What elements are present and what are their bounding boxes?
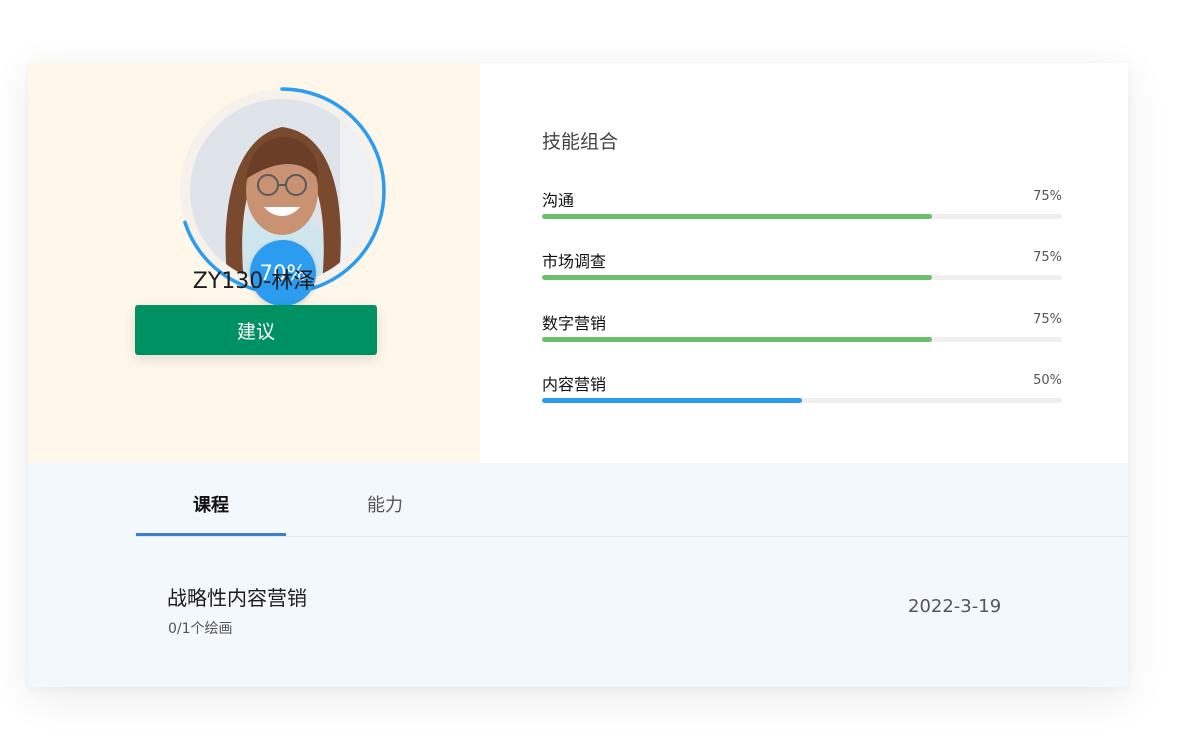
courses-panel: 课程 能力 战略性内容营销 0/1个绘画 2022-3-19 (28, 463, 1128, 687)
user-name: ZY130-林泽 (192, 269, 316, 294)
profile-card: 70% ZY130-林泽 建议 技能组合 沟通 75% 市场调查 75% 数字营… (28, 63, 1128, 687)
skill-progress-track (542, 275, 1062, 280)
skill-market-research: 市场调查 75% (542, 248, 1062, 288)
skill-label: 数字营销 (542, 314, 607, 333)
tab-ability[interactable]: 能力 (310, 491, 460, 541)
skill-digital-marketing: 数字营销 75% (542, 310, 1062, 350)
suggest-button[interactable]: 建议 (135, 305, 377, 355)
skills-title: 技能组合 (542, 131, 619, 153)
skill-label: 沟通 (542, 191, 575, 210)
skill-content-marketing: 内容营销 50% (542, 371, 1062, 411)
skill-label: 市场调查 (542, 252, 607, 271)
skill-progress-track (542, 398, 1062, 403)
course-date: 2022-3-19 (908, 596, 1002, 617)
skills-panel: 技能组合 沟通 75% 市场调查 75% 数字营销 75% 内容营销 50% (480, 63, 1128, 463)
skill-communication: 沟通 75% (542, 187, 1062, 227)
skill-progress-fill (542, 214, 932, 219)
course-progress: 0/1个绘画 (168, 621, 233, 637)
skill-progress-track (542, 214, 1062, 219)
skill-progress-fill (542, 337, 932, 342)
tab-divider (136, 536, 1128, 537)
skill-percent: 75% (1033, 250, 1062, 265)
skill-percent: 50% (1033, 373, 1062, 388)
skill-percent: 75% (1033, 312, 1062, 327)
profile-panel: 70% ZY130-林泽 建议 (28, 63, 480, 463)
skill-label: 内容营销 (542, 375, 607, 394)
skill-progress-fill (542, 275, 932, 280)
skill-percent: 75% (1033, 189, 1062, 204)
course-title[interactable]: 战略性内容营销 (167, 582, 307, 611)
skill-progress-fill (542, 398, 802, 403)
skill-progress-track (542, 337, 1062, 342)
